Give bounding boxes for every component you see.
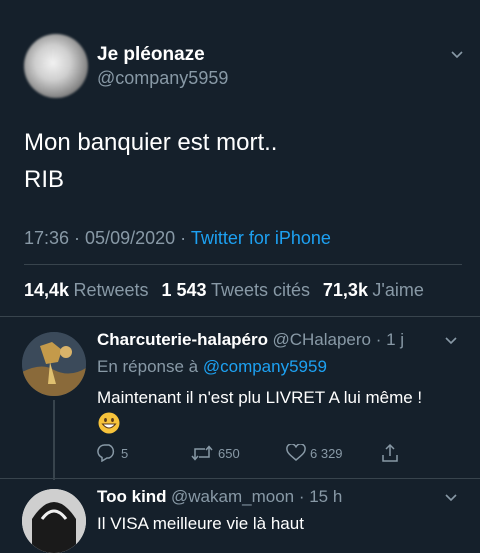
like-action[interactable]: 6 329 [286,444,343,462]
reply2-handle-time[interactable]: @wakam_moon · 15 h [171,487,342,506]
author-avatar[interactable] [24,34,88,98]
retweet-icon [191,445,213,461]
retweet-action[interactable]: 650 [190,444,240,462]
chevron-down-icon[interactable] [444,491,458,505]
retweets-label[interactable]: Retweets [74,280,149,300]
grinning-face-emoji [98,412,120,439]
tweet-timestamp: 17:36 · 05/09/2020 · [24,228,191,248]
reply1-handle-time[interactable]: @CHalapero · 1 j [272,330,404,349]
chevron-down-icon[interactable] [444,334,458,348]
tweet-meta: 17:36 · 05/09/2020 · Twitter for iPhone [24,228,331,249]
divider [0,478,480,479]
like-count: 6 329 [310,445,343,461]
share-action[interactable] [380,443,400,463]
reply1-avatar-image [22,332,86,396]
heart-icon [286,444,306,461]
tweet-stats: 14,4k Retweets 1 543 Tweets cités 71,3k … [24,280,424,301]
divider [0,316,480,317]
tweet-source-link[interactable]: Twitter for iPhone [191,228,331,248]
likes-count[interactable]: 71,3k [323,280,368,300]
retweets-count[interactable]: 14,4k [24,280,69,300]
reply1-text: Maintenant il n'est plu LIVRET A lui mêm… [97,388,423,407]
quotes-count[interactable]: 1 543 [161,280,206,300]
grinning-face-icon [98,412,120,434]
retweet-count: 650 [218,445,240,461]
reply2-avatar-image [22,489,86,553]
author-name[interactable]: Je pléonaze [97,44,205,66]
chevron-down-icon[interactable] [450,48,464,62]
tweet-text-line1: Mon banquier est mort.. [24,129,278,156]
reply2-text: Il VISA meilleure vie là haut [97,514,304,533]
reply-count: 5 [121,445,129,461]
reply2-avatar[interactable] [22,489,86,553]
reply1-avatar[interactable] [22,332,86,396]
comment-icon [97,444,115,462]
reply1-in-reply-to: En réponse à @company5959 [97,357,327,377]
in-reply-prefix: En réponse à [97,357,203,376]
tweet-text-line2: RIB [24,166,65,193]
likes-label[interactable]: J'aime [372,280,423,300]
quotes-label[interactable]: Tweets cités [211,280,310,300]
reply2-name[interactable]: Too kind [97,487,167,506]
reply2-header: Too kind @wakam_moon · 15 h [97,487,342,507]
thread-line [53,400,55,480]
reply-action[interactable]: 5 [97,444,128,462]
divider [24,264,462,265]
share-icon [382,443,398,462]
reply1-name[interactable]: Charcuterie-halapéro [97,330,268,349]
in-reply-handle[interactable]: @company5959 [203,357,327,376]
reply1-header: Charcuterie-halapéro @CHalapero · 1 j [97,330,404,350]
author-handle[interactable]: @company5959 [97,68,228,89]
